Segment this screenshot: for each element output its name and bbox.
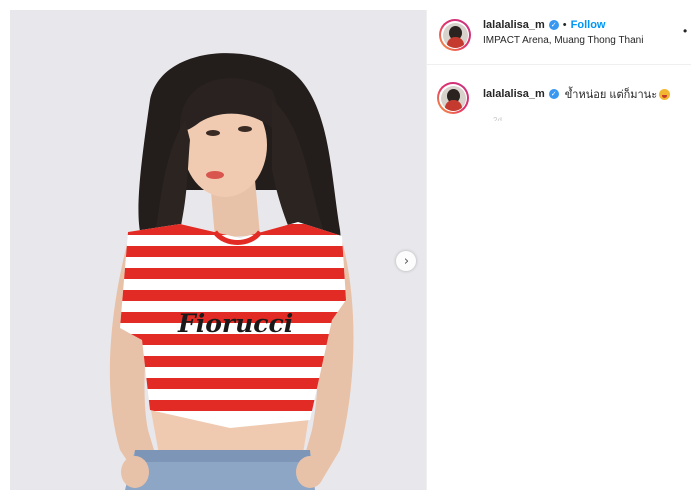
location-link[interactable]: IMPACT Arena, Muang Thong Thani bbox=[483, 35, 643, 46]
tongue-out-face-icon bbox=[659, 88, 671, 100]
avatar-image bbox=[440, 85, 466, 111]
caption-text: ข้ำหน่อย แต่ก็มานะ bbox=[564, 89, 658, 101]
avatar[interactable] bbox=[439, 19, 471, 51]
post-header: lalalalisa_m ✓ • Follow IMPACT Arena, Mu… bbox=[427, 10, 691, 65]
verified-badge-icon: ✓ bbox=[548, 89, 559, 99]
caption-username-link[interactable]: lalalalisa_m bbox=[483, 88, 545, 100]
caption-avatar[interactable] bbox=[437, 82, 469, 114]
shirt-logo-text: Fiorucci bbox=[177, 309, 293, 338]
more-options-icon[interactable]: • bbox=[683, 24, 687, 38]
instagram-post: Fiorucci › lalalalisa_m ✓ • Follow IMPAC… bbox=[10, 10, 691, 490]
username-link[interactable]: lalalalisa_m bbox=[483, 19, 545, 31]
post-sidebar: lalalalisa_m ✓ • Follow IMPACT Arena, Mu… bbox=[426, 10, 691, 490]
next-photo-button[interactable]: › bbox=[396, 251, 416, 271]
post-timestamp[interactable]: 2d bbox=[493, 116, 502, 121]
post-photo[interactable]: Fiorucci › bbox=[10, 10, 426, 490]
avatar-image bbox=[442, 22, 468, 48]
caption: lalalalisa_m ✓ ข้ำหน่อย แต่ก็มานะ bbox=[483, 85, 671, 103]
verified-badge-icon: ✓ bbox=[548, 20, 559, 30]
post-photo-illustration: Fiorucci bbox=[10, 10, 426, 490]
separator-dot: • bbox=[562, 19, 567, 31]
chevron-right-icon: › bbox=[403, 253, 410, 269]
follow-button[interactable]: Follow bbox=[571, 19, 606, 31]
